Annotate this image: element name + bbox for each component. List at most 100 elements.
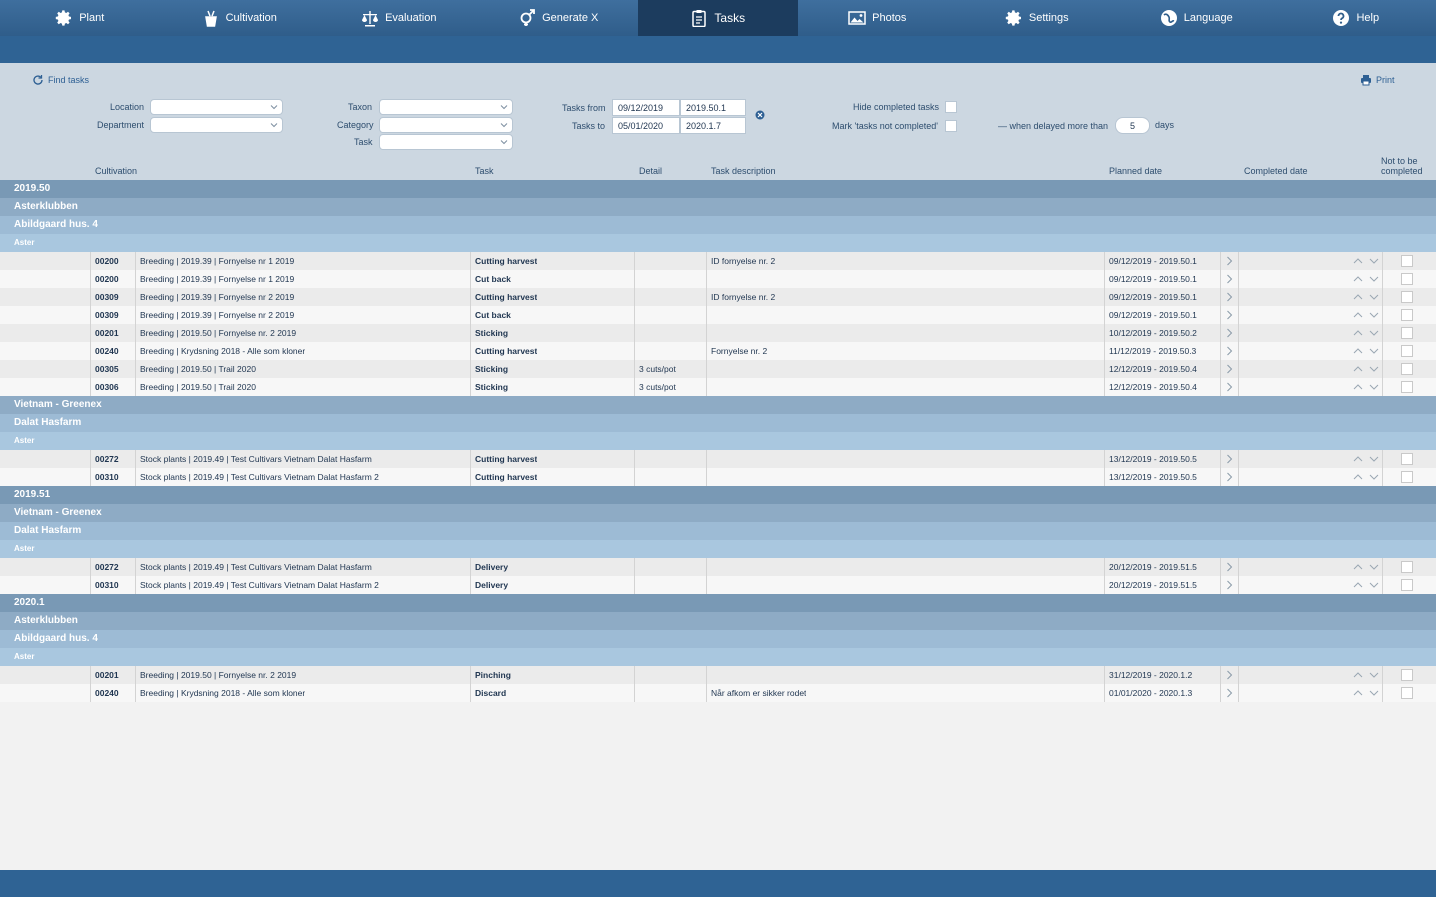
chevron-right-icon[interactable] — [1226, 580, 1233, 590]
chevron-right-icon[interactable] — [1226, 328, 1233, 338]
table-row[interactable]: 00201 Breeding | 2019.50 | Fornyelse nr. … — [0, 666, 1436, 684]
nav-tab-help[interactable]: Help — [1276, 0, 1436, 36]
chevron-right-icon[interactable] — [1226, 562, 1233, 572]
table-row[interactable]: 00310 Stock plants | 2019.49 | Test Culti… — [0, 576, 1436, 594]
mark-not-completed-checkbox[interactable] — [945, 120, 957, 132]
clear-dates-icon[interactable] — [755, 110, 765, 120]
move-up-down-icon[interactable] — [1353, 274, 1379, 284]
print-button[interactable]: Print — [1360, 74, 1395, 86]
chevron-right-icon[interactable] — [1226, 670, 1233, 680]
move-up-down-icon[interactable] — [1353, 670, 1379, 680]
not-completed-checkbox[interactable] — [1401, 471, 1413, 483]
not-completed-checkbox[interactable] — [1401, 381, 1413, 393]
group-header[interactable]: Aster — [0, 234, 1436, 252]
not-completed-checkbox[interactable] — [1401, 453, 1413, 465]
group-header[interactable]: Abildgaard hus. 4 — [0, 630, 1436, 648]
group-header[interactable]: Vietnam - Greenex — [0, 504, 1436, 522]
not-completed-checkbox[interactable] — [1401, 669, 1413, 681]
table-row[interactable]: 00305 Breeding | 2019.50 | Trail 2020 Stic… — [0, 360, 1436, 378]
chevron-right-icon[interactable] — [1226, 454, 1233, 464]
department-select[interactable] — [150, 117, 283, 133]
category-select[interactable] — [379, 117, 513, 133]
to-week-input[interactable]: 2020.1.7 — [680, 117, 746, 134]
to-date-input[interactable]: 05/01/2020 — [612, 117, 680, 134]
group-header[interactable]: 2020.1 — [0, 594, 1436, 612]
nav-tab-plant[interactable]: Plant — [0, 0, 160, 36]
not-completed-checkbox[interactable] — [1401, 345, 1413, 357]
chevron-right-icon[interactable] — [1226, 274, 1233, 284]
find-tasks-button[interactable]: Find tasks — [32, 74, 89, 86]
move-up-down-icon[interactable] — [1353, 364, 1379, 374]
col-cultivation[interactable]: Cultivation — [95, 166, 137, 176]
chevron-right-icon[interactable] — [1226, 472, 1233, 482]
group-header[interactable]: 2019.51 — [0, 486, 1436, 504]
table-row[interactable]: 00200 Breeding | 2019.39 | Fornyelse nr 1… — [0, 270, 1436, 288]
nav-tab-photos[interactable]: Photos — [798, 0, 958, 36]
col-completed-date[interactable]: Completed date — [1244, 166, 1308, 176]
hide-completed-checkbox[interactable] — [945, 101, 957, 113]
nav-tab-evaluation[interactable]: Evaluation — [319, 0, 479, 36]
move-up-down-icon[interactable] — [1353, 382, 1379, 392]
not-completed-checkbox[interactable] — [1401, 273, 1413, 285]
group-header[interactable]: Aster — [0, 648, 1436, 666]
group-header[interactable]: Asterklubben — [0, 198, 1436, 216]
location-select[interactable] — [150, 99, 283, 115]
move-up-down-icon[interactable] — [1353, 256, 1379, 266]
not-completed-checkbox[interactable] — [1401, 687, 1413, 699]
nav-tab-tasks[interactable]: Tasks — [638, 0, 798, 36]
col-detail[interactable]: Detail — [639, 166, 662, 176]
chevron-right-icon[interactable] — [1226, 292, 1233, 302]
not-completed-checkbox[interactable] — [1401, 327, 1413, 339]
move-up-down-icon[interactable] — [1353, 562, 1379, 572]
move-up-down-icon[interactable] — [1353, 472, 1379, 482]
group-header[interactable]: Aster — [0, 432, 1436, 450]
table-row[interactable]: 00240 Breeding | Krydsning 2018 - Alle so… — [0, 342, 1436, 360]
from-week-input[interactable]: 2019.50.1 — [680, 99, 746, 116]
table-row[interactable]: 00200 Breeding | 2019.39 | Fornyelse nr 1… — [0, 252, 1436, 270]
chevron-right-icon[interactable] — [1226, 382, 1233, 392]
not-completed-checkbox[interactable] — [1401, 561, 1413, 573]
task-select[interactable] — [379, 134, 513, 150]
nav-tab-language[interactable]: Language — [1117, 0, 1277, 36]
move-up-down-icon[interactable] — [1353, 310, 1379, 320]
group-header[interactable]: Abildgaard hus. 4 — [0, 216, 1436, 234]
not-completed-checkbox[interactable] — [1401, 255, 1413, 267]
move-up-down-icon[interactable] — [1353, 328, 1379, 338]
group-header[interactable]: Dalat Hasfarm — [0, 414, 1436, 432]
table-row[interactable]: 00309 Breeding | 2019.39 | Fornyelse nr 2… — [0, 306, 1436, 324]
chevron-right-icon[interactable] — [1226, 346, 1233, 356]
col-task-description[interactable]: Task description — [711, 166, 776, 176]
table-row[interactable]: 00272 Stock plants | 2019.49 | Test Culti… — [0, 558, 1436, 576]
table-row[interactable]: 00310 Stock plants | 2019.49 | Test Culti… — [0, 468, 1436, 486]
chevron-right-icon[interactable] — [1226, 256, 1233, 266]
group-header[interactable]: Aster — [0, 540, 1436, 558]
chevron-right-icon[interactable] — [1226, 688, 1233, 698]
nav-tab-cultivation[interactable]: Cultivation — [160, 0, 320, 36]
move-up-down-icon[interactable] — [1353, 454, 1379, 464]
not-completed-checkbox[interactable] — [1401, 579, 1413, 591]
col-planned-date[interactable]: Planned date — [1109, 166, 1162, 176]
move-up-down-icon[interactable] — [1353, 292, 1379, 302]
table-row[interactable]: 00306 Breeding | 2019.50 | Trail 2020 Stic… — [0, 378, 1436, 396]
group-header[interactable]: Dalat Hasfarm — [0, 522, 1436, 540]
nav-tab-generate-x[interactable]: Generate X — [479, 0, 639, 36]
from-date-input[interactable]: 09/12/2019 — [612, 99, 680, 116]
move-up-down-icon[interactable] — [1353, 688, 1379, 698]
table-row[interactable]: 00240 Breeding | Krydsning 2018 - Alle so… — [0, 684, 1436, 702]
table-row[interactable]: 00309 Breeding | 2019.39 | Fornyelse nr 2… — [0, 288, 1436, 306]
col-task[interactable]: Task — [475, 166, 494, 176]
move-up-down-icon[interactable] — [1353, 346, 1379, 356]
move-up-down-icon[interactable] — [1353, 580, 1379, 590]
table-row[interactable]: 00272 Stock plants | 2019.49 | Test Culti… — [0, 450, 1436, 468]
not-completed-checkbox[interactable] — [1401, 291, 1413, 303]
delayed-days-input[interactable]: 5 — [1115, 117, 1150, 134]
chevron-right-icon[interactable] — [1226, 310, 1233, 320]
taxon-select[interactable] — [379, 99, 513, 115]
group-header[interactable]: 2019.50 — [0, 180, 1436, 198]
group-header[interactable]: Vietnam - Greenex — [0, 396, 1436, 414]
group-header[interactable]: Asterklubben — [0, 612, 1436, 630]
table-row[interactable]: 00201 Breeding | 2019.50 | Fornyelse nr. … — [0, 324, 1436, 342]
not-completed-checkbox[interactable] — [1401, 309, 1413, 321]
nav-tab-settings[interactable]: Settings — [957, 0, 1117, 36]
not-completed-checkbox[interactable] — [1401, 363, 1413, 375]
